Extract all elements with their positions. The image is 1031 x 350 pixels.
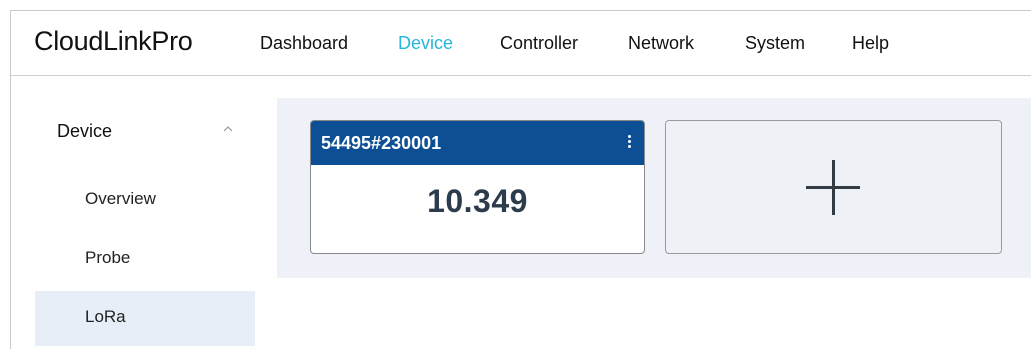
brand-logo: CloudLinkPro xyxy=(34,26,193,56)
device-card-title: 54495#230001 xyxy=(321,133,442,153)
nav-controller[interactable]: Controller xyxy=(500,33,578,54)
device-content-area: 54495#230001 10.349 xyxy=(277,98,1031,278)
device-card-value: 10.349 xyxy=(427,183,528,219)
add-device-card[interactable] xyxy=(665,120,1002,254)
top-header: CloudLinkPro Dashboard Device Controller… xyxy=(11,11,1031,76)
nav-help[interactable]: Help xyxy=(852,33,889,54)
device-card-header: 54495#230001 xyxy=(311,121,644,165)
nav-network[interactable]: Network xyxy=(628,33,694,54)
sidebar-item-label: Overview xyxy=(85,189,156,208)
device-card[interactable]: 54495#230001 10.349 xyxy=(310,120,645,254)
nav-device[interactable]: Device xyxy=(398,33,453,54)
sidebar-item-probe[interactable]: Probe xyxy=(35,232,255,287)
sidebar-item-label: LoRa xyxy=(85,307,126,326)
nav-dashboard[interactable]: Dashboard xyxy=(260,33,348,54)
nav-system[interactable]: System xyxy=(745,33,805,54)
sidebar-item-overview[interactable]: Overview xyxy=(35,173,255,228)
sidebar-section-title[interactable]: Device xyxy=(57,121,112,142)
kebab-menu-icon[interactable] xyxy=(626,135,632,151)
chevron-up-icon[interactable] xyxy=(221,122,235,136)
sidebar-item-label: Probe xyxy=(85,248,131,267)
sidebar: Device Overview Probe LoRa xyxy=(11,76,261,350)
sidebar-item-lora[interactable]: LoRa xyxy=(35,291,255,346)
app-window: CloudLinkPro Dashboard Device Controller… xyxy=(10,10,1031,349)
